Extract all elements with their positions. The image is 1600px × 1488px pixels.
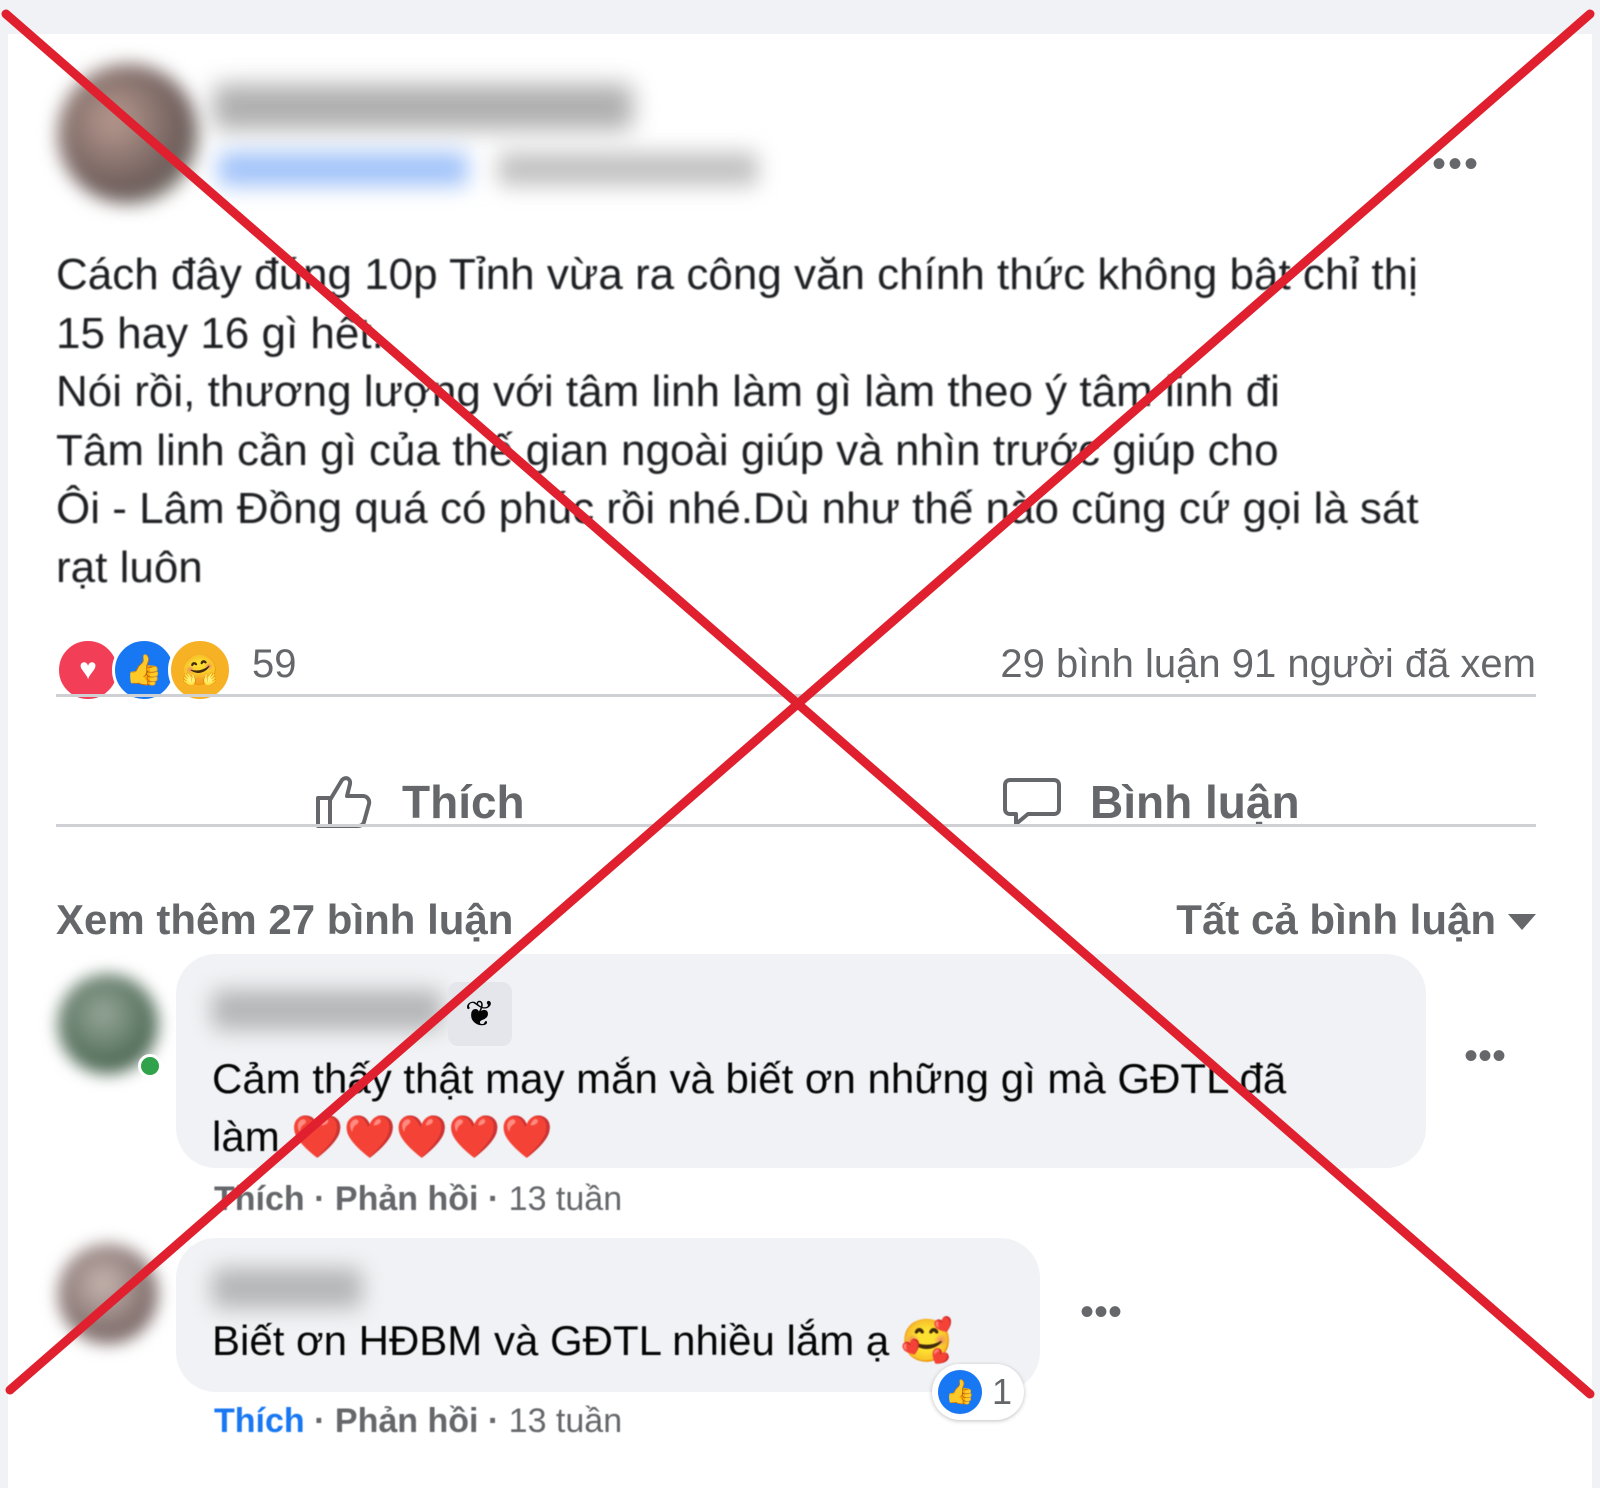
comment-text: Cảm thấy thật may mắn và biết ơn những g… — [212, 1055, 1287, 1160]
comment-actions: Thích · Phản hồi · 13 tuần — [214, 1180, 623, 1218]
author-avatar[interactable] — [58, 64, 198, 204]
comment-more-options-button[interactable]: ••• — [1464, 1034, 1506, 1079]
divider — [56, 694, 1536, 697]
comment-timestamp[interactable]: 13 tuần — [509, 1180, 622, 1218]
thumbs-up-icon — [316, 776, 372, 828]
comment-button[interactable]: Bình luận — [1002, 762, 1300, 842]
online-status-indicator — [138, 1054, 162, 1078]
comment-text: Biết ơn HĐBM và GĐTL nhiều lắm ạ 🥰 — [212, 1317, 954, 1364]
comment-like-link[interactable]: Thích — [214, 1180, 305, 1218]
comment-like-count: 1 — [992, 1371, 1013, 1412]
comment-filter-dropdown[interactable]: Tất cả bình luận — [1176, 896, 1496, 944]
care-reaction-icon[interactable]: 🤗 — [168, 638, 232, 702]
reactions-stats-row: ♥ 👍 🤗 59 29 bình luận 91 người đã xem — [56, 632, 1536, 702]
love-reaction-icon[interactable]: ♥ — [56, 638, 120, 702]
comment-bubble: Biết ơn HĐBM và GĐTL nhiều lắm ạ 🥰 — [176, 1238, 1040, 1392]
divider — [56, 824, 1536, 827]
like-reaction-icon: 👍 — [938, 1370, 982, 1414]
comment-bubble: ❦ Cảm thấy thật may mắn và biết ơn những… — [176, 954, 1426, 1168]
post-more-options-button[interactable]: ••• — [1432, 142, 1480, 187]
comment-actions: Thích · Phản hồi · 13 tuần — [214, 1402, 623, 1440]
comment-bubble-icon — [1003, 778, 1061, 826]
comment-reply-link[interactable]: Phản hồi — [335, 1402, 479, 1440]
author-meta-redacted — [218, 144, 758, 194]
comment-more-options-button[interactable]: ••• — [1080, 1290, 1122, 1335]
like-label: Thích — [402, 776, 525, 828]
author-name-redacted[interactable] — [213, 84, 633, 130]
view-more-comments-link[interactable]: Xem thêm 27 bình luận — [56, 896, 513, 944]
comment-label: Bình luận — [1090, 776, 1300, 828]
commenter-name-redacted[interactable] — [212, 1268, 362, 1308]
comment-view-stats[interactable]: 29 bình luận 91 người đã xem — [1000, 642, 1536, 687]
comment-timestamp[interactable]: 13 tuần — [509, 1402, 622, 1440]
caret-down-icon[interactable] — [1508, 914, 1536, 930]
reaction-count[interactable]: 59 — [252, 642, 297, 687]
commenter-avatar[interactable] — [58, 1244, 158, 1344]
sprout-badge-icon: ❦ — [448, 982, 512, 1046]
comments-toolbar: Xem thêm 27 bình luận Tất cả bình luận — [56, 896, 1536, 956]
comment-reaction-badge[interactable]: 👍 1 — [932, 1364, 1025, 1420]
comment-reply-link[interactable]: Phản hồi — [335, 1180, 479, 1218]
like-reaction-icon[interactable]: 👍 — [112, 638, 176, 702]
commenter-name-redacted[interactable] — [212, 990, 442, 1030]
facebook-post-card: ••• Cách đây đúng 10p Tỉnh vừa ra công v… — [8, 34, 1592, 1488]
comment-like-link[interactable]: Thích — [214, 1402, 305, 1440]
like-button[interactable]: Thích — [314, 762, 525, 842]
post-text: Cách đây đúng 10p Tỉnh vừa ra công văn c… — [56, 250, 1419, 592]
